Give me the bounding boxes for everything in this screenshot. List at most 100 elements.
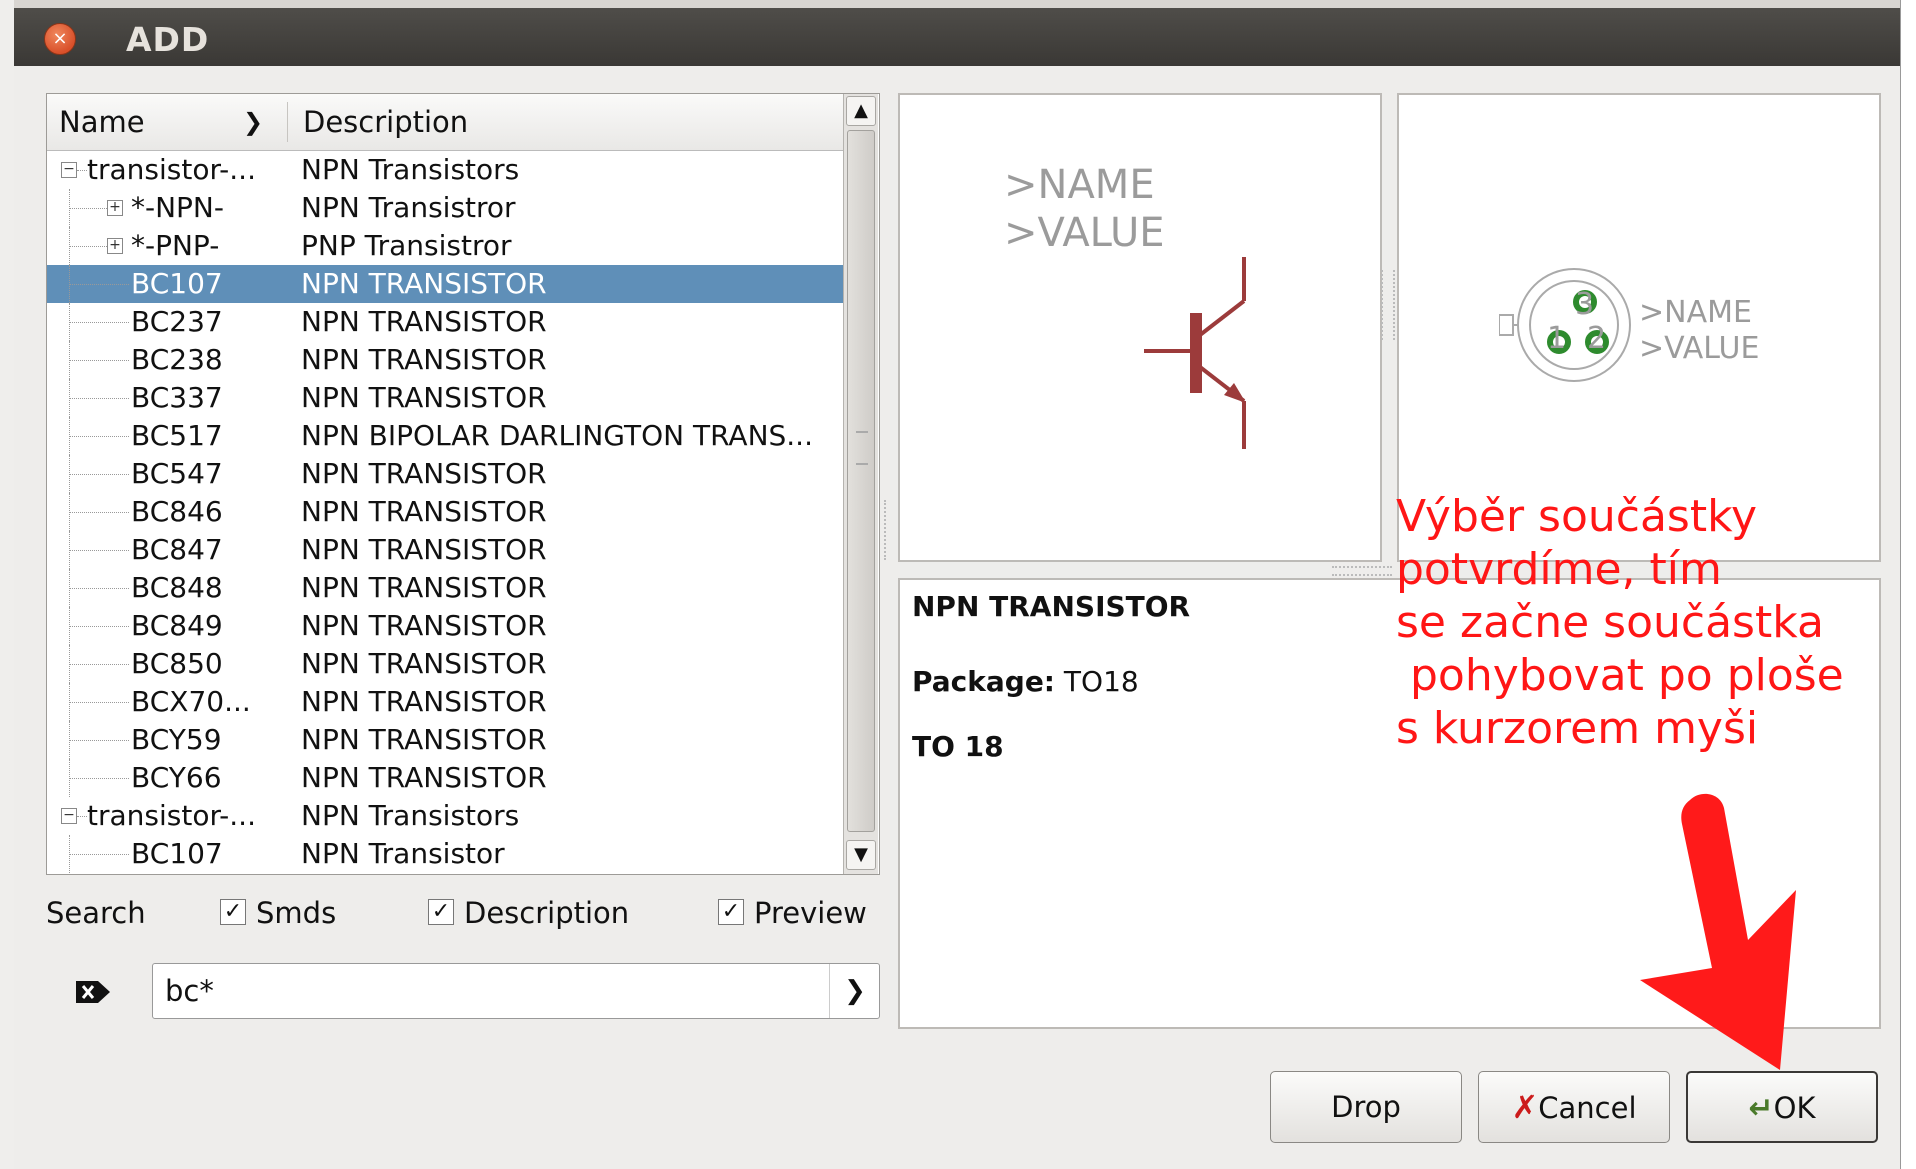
tree-guide-line (69, 436, 129, 437)
tree-row[interactable]: BC849 NPN TRANSISTOR (47, 607, 843, 645)
tree-row[interactable]: BCY59 NPN TRANSISTOR (47, 721, 843, 759)
search-input[interactable] (163, 968, 807, 1014)
tree-row[interactable]: BCX70... NPN TRANSISTOR (47, 683, 843, 721)
close-button[interactable]: × (44, 23, 76, 55)
description-checkbox[interactable]: ✓ Description (428, 893, 629, 933)
ok-label: OK (1773, 1091, 1816, 1125)
search-combobox[interactable]: ❯ (152, 963, 880, 1019)
pin2-label: 2 (1587, 321, 1607, 356)
tree-row[interactable]: BCY66 NPN TRANSISTOR (47, 759, 843, 797)
collapse-icon[interactable]: − (61, 162, 77, 178)
search-label: Search (46, 896, 146, 930)
row-description: NPN TRANSISTOR (301, 305, 547, 338)
preview-label: Preview (754, 896, 867, 930)
row-description: NPN Transistors (301, 799, 520, 832)
row-name: BC846 (131, 495, 223, 528)
tree-row[interactable]: BC850 NPN TRANSISTOR (47, 645, 843, 683)
row-description: NPN TRANSISTOR (301, 381, 547, 414)
tree-guide-line (69, 664, 129, 665)
tree-row[interactable]: − transistor-... NPN Transistors (47, 151, 843, 189)
row-description: NPN TRANSISTOR (301, 723, 547, 756)
row-description: NPN TRANSISTOR (301, 457, 547, 490)
ok-button[interactable]: ↵OK (1686, 1071, 1878, 1143)
preview-checkbox[interactable]: ✓ Preview (718, 893, 867, 933)
row-name: BC107 (131, 267, 223, 300)
row-description: NPN Transistor (301, 837, 505, 870)
row-name: *-PNP- (131, 229, 220, 262)
ok-arrow-icon: ↵ (1748, 1091, 1774, 1126)
check-icon[interactable]: ✓ (718, 899, 744, 925)
tree-row[interactable]: BC107 NPN Transistor (47, 835, 843, 873)
package-description: TO 18 (912, 730, 1004, 763)
smds-checkbox[interactable]: ✓ Smds (220, 893, 336, 933)
row-name: BCY59 (131, 723, 222, 756)
tree-guide-line (69, 398, 129, 399)
row-name: BC238 (131, 343, 223, 376)
description-label: Description (464, 896, 630, 930)
tree-guide-line (69, 322, 129, 323)
tree-header: Name ❯ Description (47, 94, 843, 151)
tree-scrollbar[interactable]: ▲ ▼ (843, 94, 878, 874)
row-description: NPN TRANSISTOR (301, 533, 547, 566)
tree-row[interactable]: BC846 NPN TRANSISTOR (47, 493, 843, 531)
panel-splitter[interactable] (884, 500, 894, 560)
pin3-label: 3 (1575, 287, 1595, 322)
drop-button[interactable]: Drop (1270, 1071, 1462, 1143)
tree-row[interactable]: BC237 NPN TRANSISTOR (47, 303, 843, 341)
window-title: ADD (126, 20, 210, 59)
tree-row[interactable]: BC517 NPN BIPOLAR DARLINGTON TRANS... (47, 417, 843, 455)
row-name: BC237 (131, 305, 223, 338)
pin1-label: 1 (1547, 321, 1567, 356)
scroll-down-icon[interactable]: ▼ (846, 840, 876, 870)
row-description: NPN TRANSISTOR (301, 267, 547, 300)
library-tree[interactable]: Name ❯ Description − transistor-... NPN Tr… (46, 93, 880, 875)
tree-row[interactable]: + *-NPN- NPN Transistror (47, 189, 843, 227)
row-name: BC517 (131, 419, 223, 452)
column-separator[interactable] (287, 102, 288, 142)
tree-guide-line (69, 854, 129, 855)
tree-row[interactable]: BC337 NPN TRANSISTOR (47, 379, 843, 417)
row-name: *-NPN- (131, 191, 224, 224)
package-value-placeholder: >VALUE (1639, 331, 1760, 366)
preview-splitter[interactable] (1381, 270, 1395, 340)
tree-guide-line (69, 740, 129, 741)
tree-row[interactable]: BC847 NPN TRANSISTOR (47, 531, 843, 569)
column-header-description[interactable]: Description (303, 94, 468, 150)
row-description: NPN BIPOLAR DARLINGTON TRANS... (301, 419, 813, 452)
row-name: BC847 (131, 533, 223, 566)
tree-row[interactable]: BC107 NPN TRANSISTOR (47, 265, 843, 303)
tree-row[interactable]: BC238 NPN TRANSISTOR (47, 341, 843, 379)
title-bar: × ADD (14, 8, 1900, 66)
scroll-thumb[interactable] (847, 130, 875, 832)
collapse-icon[interactable]: − (61, 808, 77, 824)
npn-transistor-symbol-icon (1144, 257, 1246, 449)
sort-indicator-icon[interactable]: ❯ (243, 94, 263, 150)
cancel-button[interactable]: ✗Cancel (1478, 1071, 1670, 1143)
tree-row[interactable]: BC848 NPN TRANSISTOR (47, 569, 843, 607)
dropdown-arrow-icon[interactable]: ❯ (829, 964, 880, 1018)
clear-field-icon[interactable] (72, 975, 112, 1009)
row-description: NPN TRANSISTOR (301, 685, 547, 718)
expand-icon[interactable]: + (107, 238, 123, 254)
row-description: NPN TRANSISTOR (301, 609, 547, 642)
tree-guide-line (69, 588, 129, 589)
tree-row[interactable]: + *-PNP- PNP Transistror (47, 227, 843, 265)
background-window-edge-right (1900, 0, 1916, 1169)
tree-guide-line (77, 170, 87, 171)
row-description: NPN Transistror (301, 191, 516, 224)
row-name: BC849 (131, 609, 223, 642)
cancel-x-icon: ✗ (1511, 1088, 1539, 1126)
tree-row[interactable]: − transistor-... NPN Transistors (47, 797, 843, 835)
tree-guide-line (69, 474, 129, 475)
scroll-up-icon[interactable]: ▲ (846, 96, 876, 126)
info-splitter[interactable] (1332, 566, 1392, 576)
expand-icon[interactable]: + (107, 200, 123, 216)
column-header-name[interactable]: Name (59, 94, 145, 150)
tree-row[interactable]: BC547 NPN TRANSISTOR (47, 455, 843, 493)
row-name: BC547 (131, 457, 223, 490)
background-window-edge (0, 0, 14, 1169)
check-icon[interactable]: ✓ (220, 899, 246, 925)
row-name: BC850 (131, 647, 223, 680)
check-icon[interactable]: ✓ (428, 899, 454, 925)
package-label: Package: (912, 665, 1056, 698)
